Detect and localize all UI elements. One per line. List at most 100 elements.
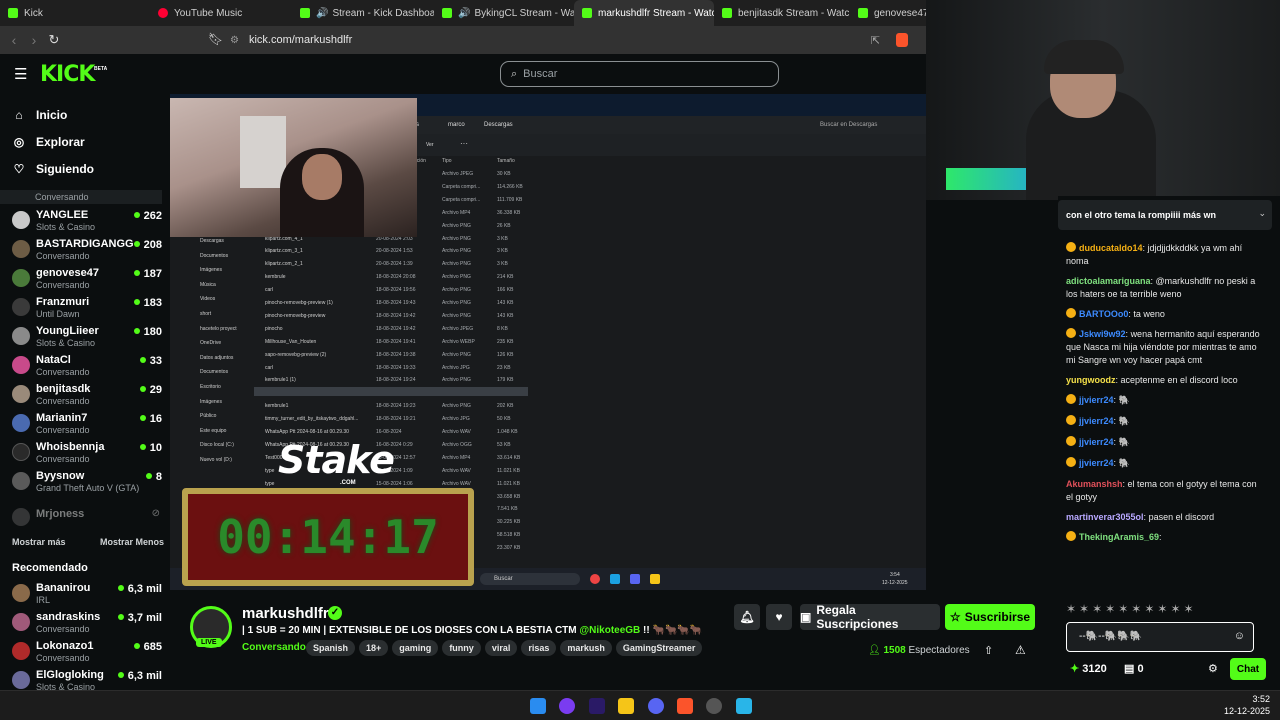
reload-icon[interactable]: ↻ bbox=[44, 32, 64, 48]
chat-message[interactable]: BARTOOo0: ta weno bbox=[1066, 308, 1262, 321]
start-icon[interactable] bbox=[530, 698, 546, 714]
menu-icon[interactable]: ☰ bbox=[14, 65, 27, 83]
chat-username[interactable]: jjvierr24 bbox=[1079, 458, 1114, 468]
show-more-button[interactable]: Mostrar más bbox=[12, 537, 66, 547]
tab-kick-dashboard[interactable]: 🔊 Stream - Kick Dashboard bbox=[292, 0, 434, 26]
subscribe-button[interactable]: ☆ Suscribirse bbox=[945, 604, 1035, 630]
forward-icon[interactable]: › bbox=[24, 32, 44, 48]
report-icon[interactable]: ⚠ bbox=[1015, 643, 1026, 657]
kick-logo[interactable]: KICK bbox=[40, 62, 95, 87]
channel-item[interactable]: YoungLiieer Slots & Casino 180 bbox=[12, 323, 162, 352]
recommended-item[interactable]: Bananirou IRL 6,3 mil bbox=[12, 580, 162, 609]
tab-youtube-music[interactable]: YouTube Music bbox=[150, 0, 292, 26]
channel-item[interactable]: YANGLEE Slots & Casino 262 bbox=[12, 207, 162, 236]
brave-shield-icon[interactable] bbox=[896, 33, 908, 47]
folder-icon[interactable] bbox=[618, 698, 634, 714]
tag[interactable]: gaming bbox=[392, 640, 439, 656]
tag[interactable]: viral bbox=[484, 640, 518, 656]
recommended-item[interactable]: ElGlogloking Slots & Casino 6,3 mil bbox=[12, 667, 162, 690]
chat-username[interactable]: jjvierr24 bbox=[1079, 416, 1114, 426]
tag[interactable]: markush bbox=[560, 640, 612, 656]
tab-bykingcl[interactable]: 🔊BykingCL Stream - Watch Li bbox=[434, 0, 574, 26]
share-icon[interactable]: ⇧ bbox=[984, 644, 993, 657]
chat-username[interactable]: ThekingAramis_69 bbox=[1079, 532, 1159, 542]
notification-button[interactable]: 🔔︎ bbox=[734, 604, 760, 630]
nav-inicio[interactable]: ⌂ Inicio bbox=[12, 108, 67, 122]
tag[interactable]: GamingStreamer bbox=[615, 640, 703, 656]
video-player[interactable]: rs marco Descargas Buscar en Descargas V… bbox=[170, 94, 926, 590]
channel-name[interactable]: markushdlfr bbox=[242, 605, 329, 622]
premiere-icon[interactable] bbox=[589, 698, 605, 714]
inventory-count[interactable]: ▤ 0 bbox=[1124, 662, 1144, 675]
tag[interactable]: risas bbox=[521, 640, 557, 656]
emoji-icon[interactable]: ☺ bbox=[1234, 630, 1245, 642]
chat-username[interactable]: jjvierr24 bbox=[1079, 437, 1114, 447]
search-input[interactable]: ⌕ Buscar bbox=[500, 61, 779, 87]
recommended-item[interactable]: sandraskins Conversando 3,7 mil bbox=[12, 609, 162, 638]
channel-item[interactable]: Franzmuri Until Dawn 183 bbox=[12, 294, 162, 323]
chat-username[interactable]: duducataldo14 bbox=[1079, 243, 1143, 253]
obs-icon[interactable] bbox=[706, 698, 722, 714]
chat-send-button[interactable]: Chat bbox=[1230, 658, 1266, 680]
chat-username[interactable]: Jskwi9w92 bbox=[1079, 329, 1126, 339]
discord-icon[interactable] bbox=[648, 698, 664, 714]
chat-message[interactable]: Akumanshsh: el tema con el gotyy el tema… bbox=[1066, 478, 1262, 504]
tab-benjitasdk[interactable]: benjitasdk Stream - Watch Live bbox=[714, 0, 850, 26]
nav-siguiendo[interactable]: ♡ Siguiendo bbox=[12, 162, 94, 176]
back-icon[interactable]: ‹ bbox=[4, 32, 24, 48]
gift-subs-button[interactable]: ▣ Regala Suscripciones bbox=[800, 603, 940, 631]
chat-message[interactable]: ThekingAramis_69: bbox=[1066, 531, 1262, 544]
chat-username[interactable]: yungwoodz bbox=[1066, 375, 1116, 385]
chat-message[interactable]: adictoalamariguana: @markushdlfr no pesk… bbox=[1066, 275, 1262, 301]
title-mention[interactable]: @NikoteeGB bbox=[579, 625, 640, 636]
chat-username[interactable]: jjvierr24 bbox=[1079, 395, 1114, 405]
chevron-down-icon[interactable]: ⌄ bbox=[1258, 208, 1266, 219]
show-less-button[interactable]: Mostrar Menos bbox=[100, 537, 164, 547]
brave-icon[interactable] bbox=[677, 698, 693, 714]
tag[interactable]: 18+ bbox=[359, 640, 389, 656]
emote-bar[interactable]: ✶✶✶✶✶✶✶✶✶✶ bbox=[1066, 602, 1266, 622]
recommended-item[interactable]: Lokonazo1 Conversando 685 bbox=[12, 638, 162, 667]
channel-item[interactable]: Whoisbennja Conversando 10 bbox=[12, 439, 162, 468]
clock-date[interactable]: 12-12-2025 bbox=[1222, 706, 1270, 716]
chat-message[interactable]: jjvierr24: 🐘 bbox=[1066, 394, 1262, 407]
bookmark-icon[interactable]: 🔖︎ bbox=[208, 32, 223, 46]
tag[interactable]: Spanish bbox=[306, 640, 356, 656]
chat-message[interactable]: yungwoodz: aceptenme en el discord loco bbox=[1066, 374, 1262, 387]
app-icon[interactable] bbox=[736, 698, 752, 714]
channel-item-offline[interactable]: Mrjoness ⊘ bbox=[12, 504, 162, 533]
channel-points[interactable]: ✦ 3120 bbox=[1070, 662, 1107, 675]
app-icon[interactable] bbox=[559, 698, 575, 714]
channel-item[interactable]: Marianin7 Conversando 16 bbox=[12, 410, 162, 439]
url-field[interactable]: ⚙ kick.com/markushdlfr ⇱ bbox=[230, 30, 910, 50]
tag[interactable]: funny bbox=[442, 640, 481, 656]
pinned-message[interactable]: con el otro tema la rompiiii más wn ⌄ bbox=[1058, 200, 1272, 230]
chat-input[interactable]: --🐘--🐘🐘🐘 ☺ bbox=[1066, 622, 1254, 652]
clock-time[interactable]: 3:52 bbox=[1222, 694, 1270, 704]
channel-item[interactable]: benjitasdk Conversando 29 bbox=[12, 381, 162, 410]
chat-message[interactable]: jjvierr24: 🐘 bbox=[1066, 415, 1262, 428]
tab-genovese47[interactable]: genovese47 bbox=[850, 0, 926, 26]
chat-username[interactable]: Akumanshsh bbox=[1066, 479, 1123, 489]
follow-button[interactable]: ♥ bbox=[766, 604, 792, 630]
chat-username[interactable]: BARTOOo0 bbox=[1079, 309, 1128, 319]
site-info-icon[interactable]: ⚙ bbox=[230, 35, 239, 46]
chat-message[interactable]: Jskwi9w92: wena hermanito aquí esperando… bbox=[1066, 328, 1262, 367]
chat-message[interactable]: jjvierr24: 🐘 bbox=[1066, 457, 1262, 470]
share-icon[interactable]: ⇱ bbox=[871, 34, 880, 47]
chat-message[interactable]: martinverar3055ol: pasen el discord bbox=[1066, 511, 1262, 524]
channel-item[interactable]: NataCl Conversando 33 bbox=[12, 352, 162, 381]
channel-item[interactable]: Byysnow Grand Theft Auto V (GTA) 8 bbox=[12, 468, 162, 497]
chat-username[interactable]: martinverar3055ol bbox=[1066, 512, 1144, 522]
chat-message[interactable]: duducataldo14: jdjdjjdkkddkk ya wm ahí n… bbox=[1066, 242, 1262, 268]
chat-username[interactable]: adictoalamariguana bbox=[1066, 276, 1151, 286]
category-link[interactable]: Conversando bbox=[242, 642, 306, 653]
tab-kick[interactable]: Kick bbox=[0, 0, 150, 26]
tab-markushdlfr[interactable]: markushdlfr Stream - Watc✕ bbox=[574, 0, 714, 26]
chat-message[interactable]: jjvierr24: 🐘 bbox=[1066, 436, 1262, 449]
channel-item-partial[interactable]: Conversando bbox=[0, 190, 162, 204]
settings-icon[interactable]: ⚙ bbox=[1208, 662, 1218, 675]
channel-item[interactable]: BASTARDIGANGG Conversando 208 bbox=[12, 236, 162, 265]
channel-item[interactable]: genovese47 Conversando 187 bbox=[12, 265, 162, 294]
nav-explorar[interactable]: ◎ Explorar bbox=[12, 135, 85, 149]
